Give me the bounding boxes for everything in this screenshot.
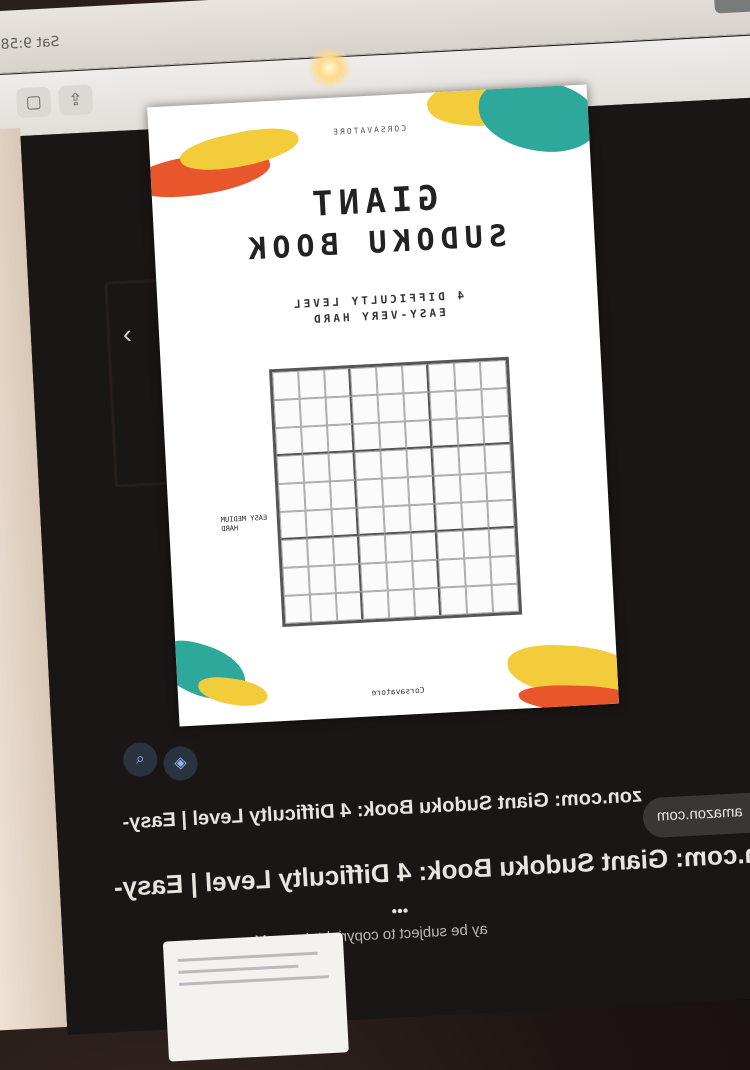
sudoku-cell xyxy=(406,447,434,478)
sudoku-cell xyxy=(482,415,511,446)
sudoku-cell xyxy=(358,534,387,564)
sudoku-cell xyxy=(461,501,489,531)
sudoku-cell xyxy=(407,475,436,506)
sudoku-cell xyxy=(355,478,384,508)
sudoku-grid xyxy=(269,356,523,628)
sudoku-cell xyxy=(309,593,338,623)
sudoku-cell xyxy=(435,502,463,532)
sudoku-cell xyxy=(378,421,407,451)
sudoku-cell xyxy=(427,362,456,393)
difficulty-legend: EASY MEDIUM HARD xyxy=(220,513,268,534)
sudoku-cell xyxy=(481,387,509,418)
share-icon[interactable]: ⇪ xyxy=(57,84,94,116)
sudoku-cell xyxy=(491,583,520,613)
result-title-top[interactable]: zon.com: Giant Sudoku Book: 4 Difficulty… xyxy=(122,784,643,834)
sudoku-cell xyxy=(386,561,414,591)
sudoku-cell xyxy=(412,559,440,590)
sudoku-cell xyxy=(357,506,385,536)
sudoku-cell xyxy=(458,445,486,475)
sudoku-cell xyxy=(387,589,416,619)
sudoku-cell xyxy=(329,479,358,510)
visual-search-icon[interactable]: ⌕ xyxy=(122,741,159,778)
sudoku-cell xyxy=(456,417,485,447)
sudoku-cell xyxy=(401,364,430,394)
sudoku-cell xyxy=(350,366,378,397)
sudoku-cell xyxy=(334,563,362,594)
monitor-screen: Sat 9:58 PM ▢ ⇪ ‹ ⌕ ◈ zon.com: Giant Sud… xyxy=(0,0,750,1062)
sudoku-cell xyxy=(490,555,518,586)
result-title[interactable]: zon.com: Giant Sudoku Book: 4 Difficulty… xyxy=(113,837,750,903)
sudoku-cell xyxy=(380,449,408,479)
sudoku-cell xyxy=(409,503,437,534)
sudoku-cell xyxy=(432,446,460,476)
sudoku-cell xyxy=(273,398,302,429)
sudoku-cell xyxy=(276,454,304,485)
sudoku-cell xyxy=(325,396,353,426)
sudoku-cell xyxy=(308,565,336,595)
sudoku-cell xyxy=(410,531,439,562)
sudoku-cell xyxy=(283,594,312,624)
control-center-icon[interactable] xyxy=(713,0,750,14)
sudoku-cell xyxy=(464,557,492,587)
sudoku-cell xyxy=(299,397,328,427)
sudoku-cell xyxy=(465,585,494,615)
sudoku-cell xyxy=(413,587,442,618)
sudoku-cell xyxy=(479,359,508,390)
sudoku-cell xyxy=(327,424,355,454)
sudoku-cell xyxy=(403,392,431,422)
sudoku-cell xyxy=(279,510,307,540)
sudoku-cell xyxy=(429,390,457,420)
sidebar-toggle-icon[interactable]: ▢ xyxy=(15,86,52,119)
sudoku-cell xyxy=(438,558,466,588)
sudoku-cell xyxy=(324,368,352,398)
book-cover-image[interactable]: CORSAVATORE GIANT SUDOKU BOOK 4 DIFFICUL… xyxy=(147,84,619,727)
source-chip[interactable]: amazon.com xyxy=(641,789,750,839)
related-result-card[interactable] xyxy=(162,932,349,1062)
source-chip-label: amazon.com xyxy=(656,803,744,825)
sudoku-cell xyxy=(487,499,515,530)
sudoku-cell xyxy=(485,471,514,502)
sudoku-cell xyxy=(272,370,300,401)
sudoku-cell xyxy=(404,419,433,450)
sudoku-cell xyxy=(280,538,309,568)
sudoku-cell xyxy=(298,369,326,399)
previous-image-chevron-icon[interactable]: ‹ xyxy=(122,319,132,350)
sudoku-cell xyxy=(455,389,483,419)
sudoku-cell xyxy=(352,422,381,453)
sudoku-cell xyxy=(302,453,330,483)
sudoku-cell xyxy=(351,394,379,425)
sudoku-cell xyxy=(331,507,359,538)
sudoku-cell xyxy=(335,591,364,622)
sudoku-cell xyxy=(305,509,333,539)
sudoku-cell xyxy=(381,477,410,507)
sudoku-cell xyxy=(354,450,382,480)
sudoku-cell xyxy=(361,590,390,620)
lens-icon[interactable]: ◈ xyxy=(162,745,199,782)
sudoku-cell xyxy=(282,566,310,596)
sudoku-cell xyxy=(436,530,465,560)
sudoku-cell xyxy=(383,505,411,535)
sudoku-cell xyxy=(377,393,405,423)
sudoku-cell xyxy=(328,452,356,482)
sudoku-cell xyxy=(453,361,482,391)
sudoku-cell xyxy=(301,425,329,455)
sudoku-cell xyxy=(376,365,404,395)
sudoku-cell xyxy=(384,533,413,563)
sudoku-cell xyxy=(278,482,306,513)
sudoku-cell xyxy=(306,537,335,567)
sudoku-cell xyxy=(439,586,468,616)
sudoku-cell xyxy=(275,426,303,457)
sudoku-cell xyxy=(462,529,491,559)
sudoku-cell xyxy=(433,474,462,504)
menubar-clock: Sat 9:58 PM xyxy=(0,33,60,54)
sudoku-cell xyxy=(303,481,332,511)
sudoku-cell xyxy=(332,535,361,566)
sudoku-cell xyxy=(484,443,512,474)
more-options-icon[interactable]: ••• xyxy=(391,903,409,922)
sudoku-cell xyxy=(459,473,488,503)
sudoku-cell xyxy=(430,418,459,448)
sudoku-cell xyxy=(360,562,388,592)
sudoku-cell xyxy=(488,527,517,558)
